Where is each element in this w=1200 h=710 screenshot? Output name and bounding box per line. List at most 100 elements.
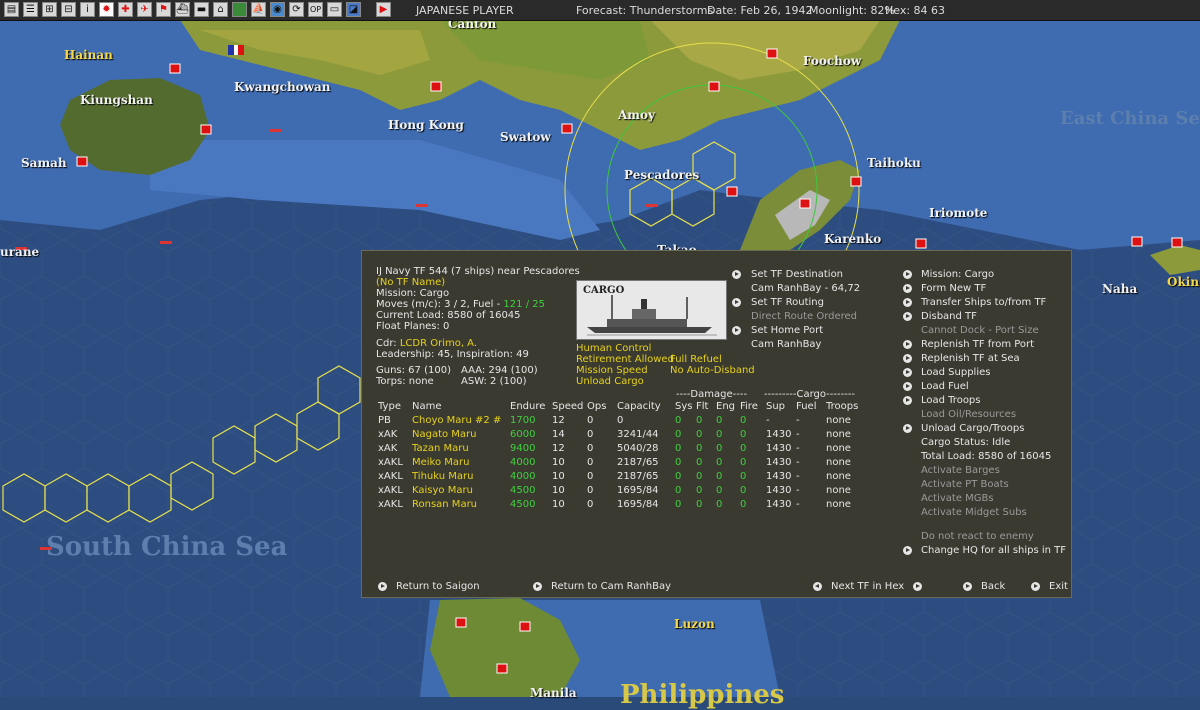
table-row[interactable]: xAK Tazan Maru 9400 12 0 5040/28 0 0 0 0 1430- none bbox=[362, 442, 882, 456]
tb-globe-icon[interactable]: ◉ bbox=[270, 2, 285, 17]
tb-info-icon[interactable]: i bbox=[80, 2, 95, 17]
cell-name[interactable]: Nagato Maru bbox=[412, 428, 477, 441]
tb-japan-flag-icon[interactable]: ✹ bbox=[99, 2, 114, 17]
cell-endure: 1700 bbox=[510, 415, 536, 426]
arrow-icon bbox=[732, 326, 741, 335]
cell-name[interactable]: Tihuku Maru bbox=[412, 470, 473, 483]
table-row[interactable]: xAKL Meiko Maru 4000 10 0 2187/65 0 0 0 0 1430- non… bbox=[362, 456, 882, 470]
tf-command-1[interactable]: Form New TF bbox=[921, 282, 986, 295]
react-option[interactable]: Do not react to enemy bbox=[921, 530, 1034, 543]
place-taihoku: Taihoku bbox=[867, 156, 921, 170]
tb-turn-icon[interactable]: ▤ bbox=[4, 2, 19, 17]
cell-fuel: - bbox=[796, 415, 800, 426]
tb-sub-icon[interactable]: ▬ bbox=[194, 2, 209, 17]
tb-ships-icon[interactable]: ⊟ bbox=[61, 2, 76, 17]
col-header-sys: Sys bbox=[675, 401, 693, 412]
back-icon bbox=[963, 582, 972, 591]
col-header-eng: Eng bbox=[716, 401, 736, 412]
cell-ops: 0 bbox=[587, 485, 594, 496]
arrow-icon bbox=[903, 340, 912, 349]
next-tf-icon[interactable] bbox=[913, 582, 922, 591]
cell-name[interactable]: Choyo Maru #2 # bbox=[412, 414, 501, 427]
table-row[interactable]: xAK Nagato Maru 6000 14 0 3241/44 0 0 0 0 1430- non… bbox=[362, 428, 882, 442]
cell-sup: 1430 bbox=[766, 471, 792, 482]
cell-capacity: 1695/84 bbox=[617, 485, 659, 496]
tb-naval-icon[interactable]: ⛴ bbox=[175, 2, 190, 17]
place-swatow: Swatow bbox=[500, 130, 551, 144]
tf-command-7[interactable]: Load Supplies bbox=[921, 366, 990, 379]
table-row[interactable]: xAKL Kaisyo Maru 4500 10 0 1695/84 0 0 0 0 1430- no… bbox=[362, 484, 882, 498]
tf-command-0[interactable]: Mission: Cargo bbox=[921, 268, 994, 281]
tb-intel-icon[interactable]: ⊞ bbox=[42, 2, 57, 17]
mid-command-0[interactable]: Set TF Destination bbox=[751, 268, 843, 281]
tf-command-5[interactable]: Replenish TF from Port bbox=[921, 338, 1034, 351]
tf-command-8[interactable]: Load Fuel bbox=[921, 380, 969, 393]
tb-air-icon[interactable]: ✈ bbox=[137, 2, 152, 17]
change-hq-command[interactable]: Change HQ for all ships in TF bbox=[921, 544, 1066, 557]
col-header-sup: Sup bbox=[766, 401, 786, 412]
back-button[interactable]: Back bbox=[981, 580, 1005, 593]
opt-unload-cargo[interactable]: Unload Cargo bbox=[576, 375, 644, 388]
cell-endure: 9400 bbox=[510, 443, 536, 454]
prev-tf-icon[interactable] bbox=[813, 582, 822, 591]
tb-map-icon[interactable]: ◪ bbox=[346, 2, 361, 17]
cell-ops: 0 bbox=[587, 443, 594, 454]
player-label: JAPANESE PLAYER bbox=[416, 4, 514, 17]
tb-reports-icon[interactable]: ☰ bbox=[23, 2, 38, 17]
place-urane: urane bbox=[0, 245, 40, 259]
tb-base-icon[interactable]: ⌂ bbox=[213, 2, 228, 17]
arrow-icon bbox=[903, 396, 912, 405]
cell-ops: 0 bbox=[587, 429, 594, 440]
tb-op-icon[interactable]: OP bbox=[308, 2, 323, 17]
tb-flag-icon[interactable]: ⚑ bbox=[156, 2, 171, 17]
task-force-panel: IJ Navy TF 544 (7 ships) near Pescadores… bbox=[361, 250, 1072, 598]
cell-name[interactable]: Ronsan Maru bbox=[412, 498, 477, 511]
tb-ground-icon[interactable]: ✚ bbox=[118, 2, 133, 17]
cell-name[interactable]: Kaisyo Maru bbox=[412, 484, 473, 497]
cell-type: PB bbox=[378, 415, 391, 426]
tb-carrier-icon[interactable]: ⛵ bbox=[251, 2, 266, 17]
cell-capacity: 2187/65 bbox=[617, 471, 659, 482]
return-cam-icon bbox=[533, 582, 542, 591]
tf-command-3[interactable]: Disband TF bbox=[921, 310, 977, 323]
cell-type: xAKL bbox=[378, 471, 403, 482]
return-cam-button[interactable]: Return to Cam RanhBay bbox=[551, 580, 671, 593]
place-hainan: Hainan bbox=[64, 48, 113, 62]
tb-end-turn-icon[interactable]: ▶ bbox=[376, 2, 391, 17]
tf-command-11[interactable]: Unload Cargo/Troops bbox=[921, 422, 1024, 435]
cell-speed: 10 bbox=[552, 471, 565, 482]
cell-sys: 0 bbox=[675, 499, 682, 510]
place-kwangchowan: Kwangchowan bbox=[234, 80, 331, 94]
tf-command-16: Activate MGBs bbox=[921, 493, 994, 504]
tf-command-9[interactable]: Load Troops bbox=[921, 394, 981, 407]
mid-command-4[interactable]: Set Home Port bbox=[751, 324, 823, 337]
cell-troops: none bbox=[826, 443, 851, 454]
tb-tf-icon[interactable] bbox=[232, 2, 247, 17]
cell-name[interactable]: Meiko Maru bbox=[412, 456, 470, 469]
cargo-ship-image: CARGO bbox=[576, 280, 727, 340]
arrow-icon bbox=[903, 270, 912, 279]
tf-command-2[interactable]: Transfer Ships to/from TF bbox=[921, 296, 1046, 309]
cell-troops: none bbox=[826, 457, 851, 468]
table-row[interactable]: PB Choyo Maru #2 # 1700 12 0 0 0 0 0 0 - - none bbox=[362, 414, 882, 428]
table-row[interactable]: xAKL Tihuku Maru 4000 10 0 2187/65 0 0 0 0 1430- no… bbox=[362, 470, 882, 484]
tb-cycle-icon[interactable]: ⟳ bbox=[289, 2, 304, 17]
return-saigon-button[interactable]: Return to Saigon bbox=[396, 580, 480, 593]
tf-command-6[interactable]: Replenish TF at Sea bbox=[921, 352, 1020, 365]
cell-troops: none bbox=[826, 471, 851, 482]
arrow-icon bbox=[903, 546, 912, 555]
cell-sys: 0 bbox=[675, 457, 682, 468]
cell-sup: - bbox=[766, 415, 770, 426]
mid-command-2[interactable]: Set TF Routing bbox=[751, 296, 824, 309]
cell-name[interactable]: Tazan Maru bbox=[412, 442, 469, 455]
col-header-capacity: Capacity bbox=[617, 401, 661, 412]
table-row[interactable]: xAKL Ronsan Maru 4500 10 0 1695/84 0 0 0 0 1430- no… bbox=[362, 498, 882, 512]
exit-button[interactable]: Exit bbox=[1049, 580, 1068, 593]
arrow-icon bbox=[903, 312, 912, 321]
cell-ops: 0 bbox=[587, 499, 594, 510]
opt-no-auto-disband[interactable]: No Auto-Disband bbox=[670, 364, 755, 377]
place-samah: Samah bbox=[21, 156, 67, 170]
tb-menu-icon[interactable]: ▭ bbox=[327, 2, 342, 17]
cell-type: xAKL bbox=[378, 457, 403, 468]
tf-torps: Torps: none bbox=[376, 376, 434, 387]
